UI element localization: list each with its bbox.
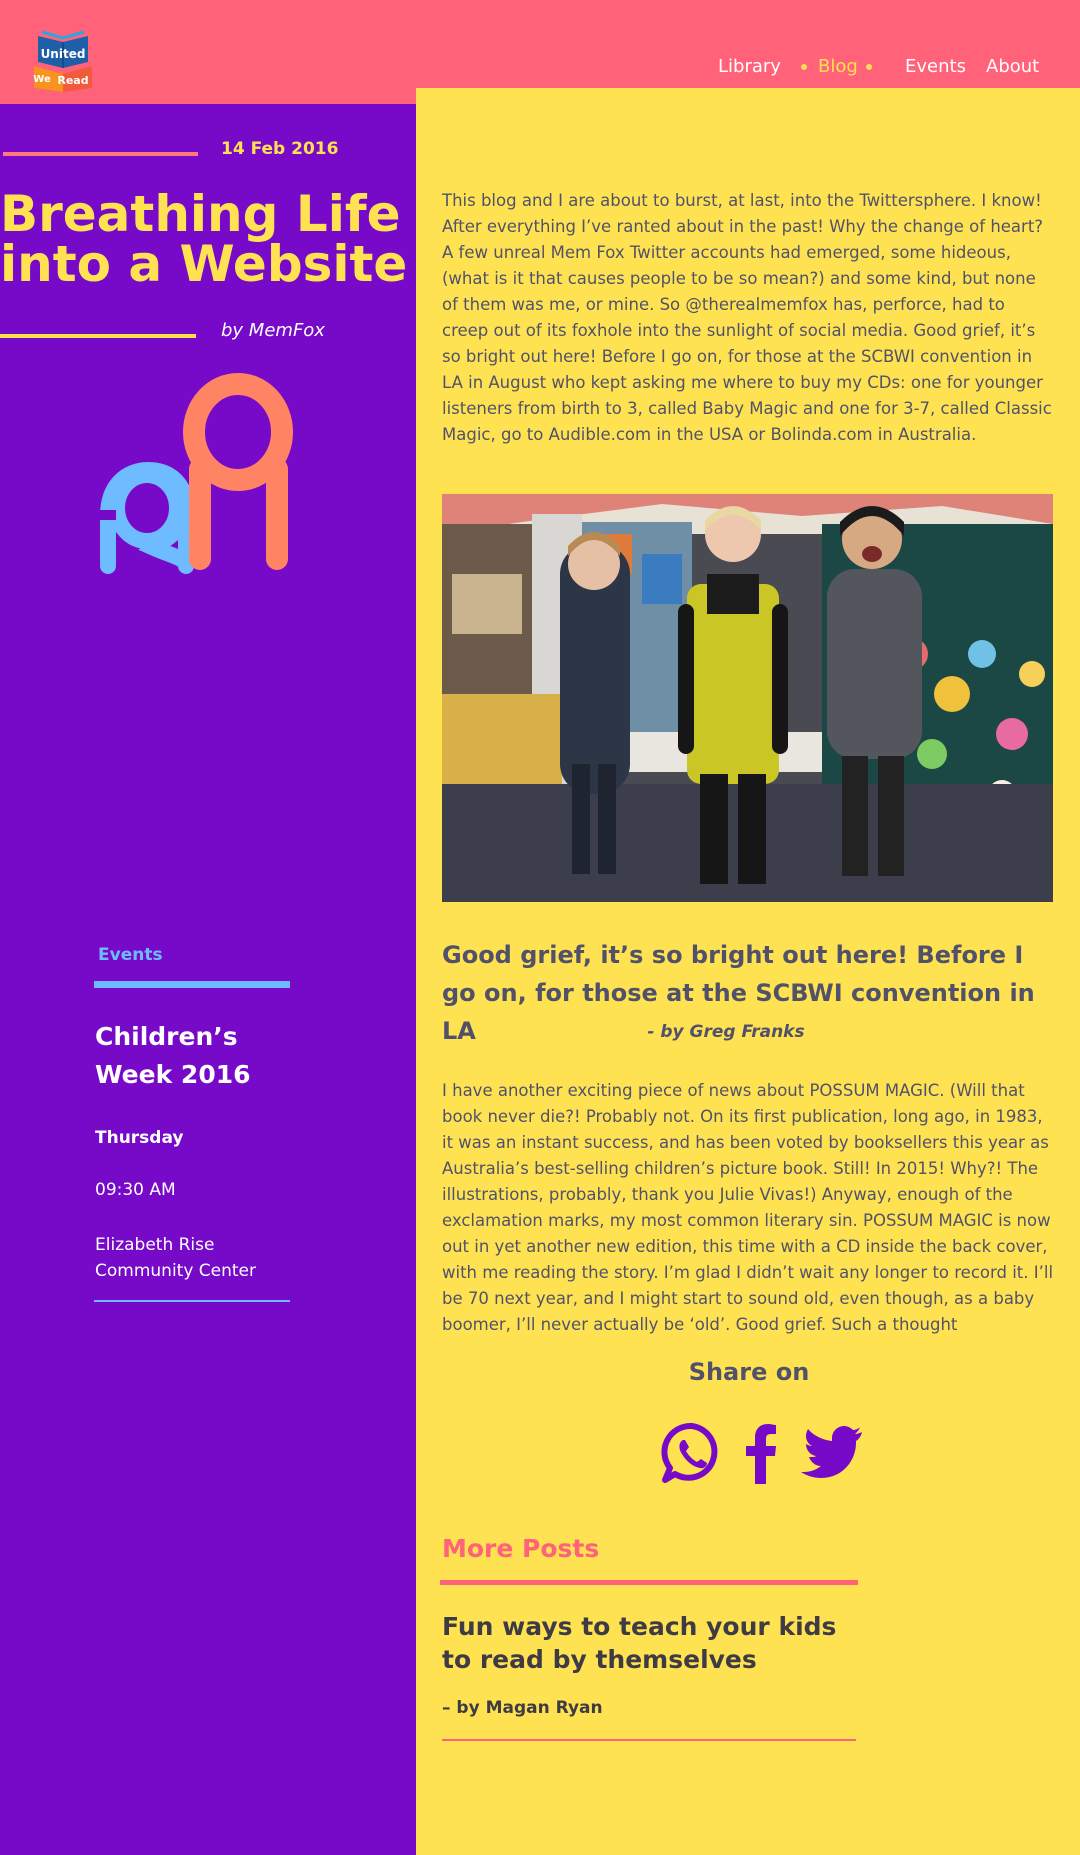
events-divider	[94, 981, 290, 988]
post-title: Breathing Life into a Website	[0, 185, 408, 293]
more-posts-label: More Posts	[442, 1534, 600, 1563]
more-posts-divider	[440, 1580, 858, 1585]
pull-quote-author: - by Greg Franks	[647, 1022, 805, 1042]
event-bottom-divider	[94, 1300, 290, 1302]
event-title[interactable]: Children’s Week 2016	[95, 1018, 295, 1094]
post-author: by MemFox	[221, 320, 325, 341]
post-body: I have another exciting piece of news ab…	[442, 1081, 1054, 1334]
whatsapp-icon[interactable]	[661, 1422, 723, 1484]
date-divider	[3, 152, 198, 156]
more-post-author: – by Magan Ryan	[442, 1698, 603, 1718]
nav-blog[interactable]: Blog	[818, 56, 858, 77]
post-photo	[442, 494, 1053, 902]
nav-about[interactable]: About	[986, 56, 1039, 77]
main-nav: Library Blog Events About	[0, 56, 1080, 86]
event-location: Elizabeth Rise Community Center	[95, 1235, 257, 1281]
post-date: 14 Feb 2016	[221, 139, 339, 159]
more-post-title-link[interactable]: Fun ways to teach your kids to read by t…	[442, 1610, 862, 1676]
post-intro: This blog and I are about to burst, at l…	[442, 191, 1052, 444]
event-time: 09:30 AM	[95, 1180, 176, 1200]
content-top-band	[416, 88, 1080, 128]
reading-figures-icon	[98, 373, 293, 574]
post-sidebar	[0, 104, 416, 1855]
twitter-icon[interactable]	[800, 1422, 864, 1484]
nav-library[interactable]: Library	[718, 56, 781, 77]
event-day: Thursday	[95, 1128, 184, 1148]
events-section-label: Events	[98, 945, 163, 965]
facebook-icon[interactable]	[742, 1422, 780, 1484]
share-label: Share on	[688, 1358, 810, 1386]
nav-active-dot-left	[801, 64, 807, 70]
nav-active-dot-right	[866, 64, 872, 70]
more-post-divider	[442, 1739, 856, 1741]
nav-events[interactable]: Events	[905, 56, 966, 77]
author-divider	[0, 334, 196, 338]
